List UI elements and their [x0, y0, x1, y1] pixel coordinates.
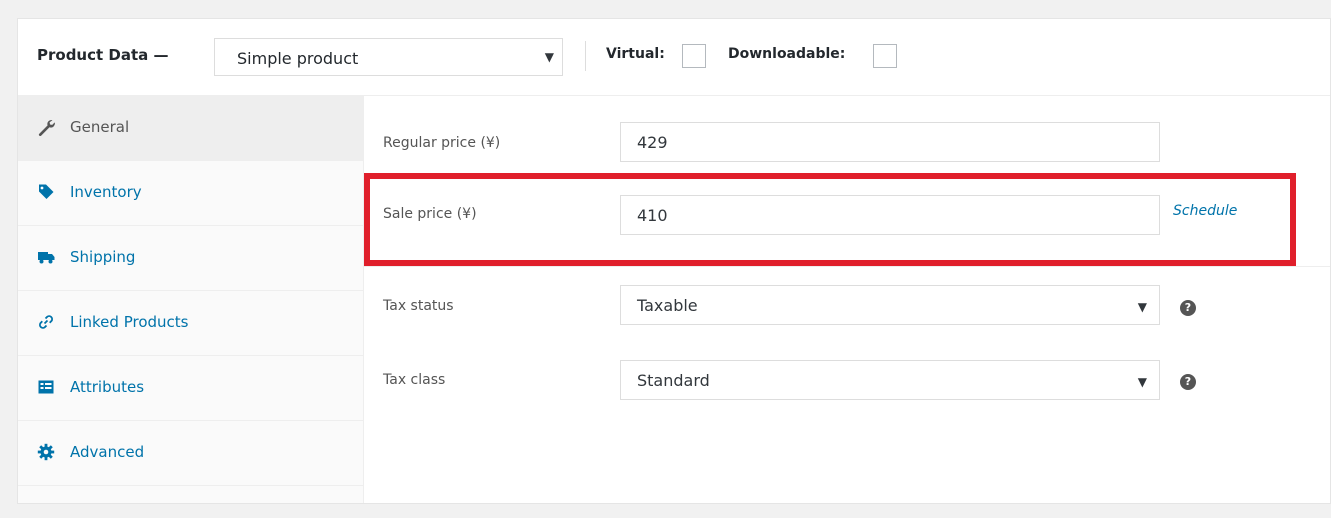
tab-label: Shipping — [70, 248, 136, 266]
product-data-header: Product Data — Simple product ▼ Virtual:… — [18, 19, 1330, 96]
virtual-label: Virtual: — [606, 46, 665, 62]
tab-label: General — [70, 118, 130, 136]
link-icon — [39, 315, 53, 329]
product-type-select[interactable]: Simple product ▼ — [214, 38, 563, 76]
sale-price-input[interactable]: 410 — [620, 195, 1160, 235]
tax-status-label: Tax status — [383, 298, 454, 314]
help-icon[interactable]: ? — [1180, 300, 1196, 316]
header-divider — [585, 41, 586, 71]
product-data-panel: Product Data — Simple product ▼ Virtual:… — [17, 18, 1331, 504]
product-type-value: Simple product — [237, 49, 359, 68]
regular-price-value: 429 — [637, 133, 668, 152]
regular-price-label: Regular price (¥) — [383, 135, 501, 151]
tax-class-label: Tax class — [383, 372, 446, 388]
tab-inventory[interactable]: Inventory — [18, 161, 363, 226]
list-icon — [38, 380, 54, 394]
tax-status-value: Taxable — [637, 296, 698, 315]
tab-label: Attributes — [70, 378, 145, 396]
tab-linked-products[interactable]: Linked Products — [18, 291, 363, 356]
tag-icon — [39, 184, 54, 199]
tax-class-select[interactable]: Standard ▼ — [620, 360, 1160, 400]
downloadable-checkbox[interactable] — [873, 44, 897, 68]
chevron-down-icon: ▼ — [1137, 300, 1147, 314]
tab-label: Advanced — [70, 443, 145, 461]
chevron-down-icon: ▼ — [544, 50, 554, 64]
product-data-tabs: General Inventory Shipping Linked Produc… — [18, 96, 364, 503]
help-icon[interactable]: ? — [1180, 374, 1196, 390]
tax-status-select[interactable]: Taxable ▼ — [620, 285, 1160, 325]
tab-advanced[interactable]: Advanced — [18, 421, 363, 486]
tab-label: Linked Products — [70, 313, 189, 331]
truck-icon — [38, 252, 55, 264]
tax-class-value: Standard — [637, 371, 710, 390]
schedule-link[interactable]: Schedule — [1173, 203, 1237, 219]
wrench-icon — [38, 120, 55, 136]
tab-general[interactable]: General — [18, 96, 363, 161]
product-data-title: Product Data — — [37, 46, 169, 64]
tab-label: Inventory — [70, 183, 142, 201]
chevron-down-icon: ▼ — [1137, 375, 1147, 389]
sale-price-value: 410 — [637, 206, 668, 225]
virtual-checkbox[interactable] — [682, 44, 706, 68]
section-divider — [364, 266, 1330, 267]
downloadable-label: Downloadable: — [728, 46, 846, 62]
sale-price-label: Sale price (¥) — [383, 206, 477, 222]
tab-attributes[interactable]: Attributes — [18, 356, 363, 421]
regular-price-input[interactable]: 429 — [620, 122, 1160, 162]
gear-icon — [37, 443, 55, 461]
tab-shipping[interactable]: Shipping — [18, 226, 363, 291]
